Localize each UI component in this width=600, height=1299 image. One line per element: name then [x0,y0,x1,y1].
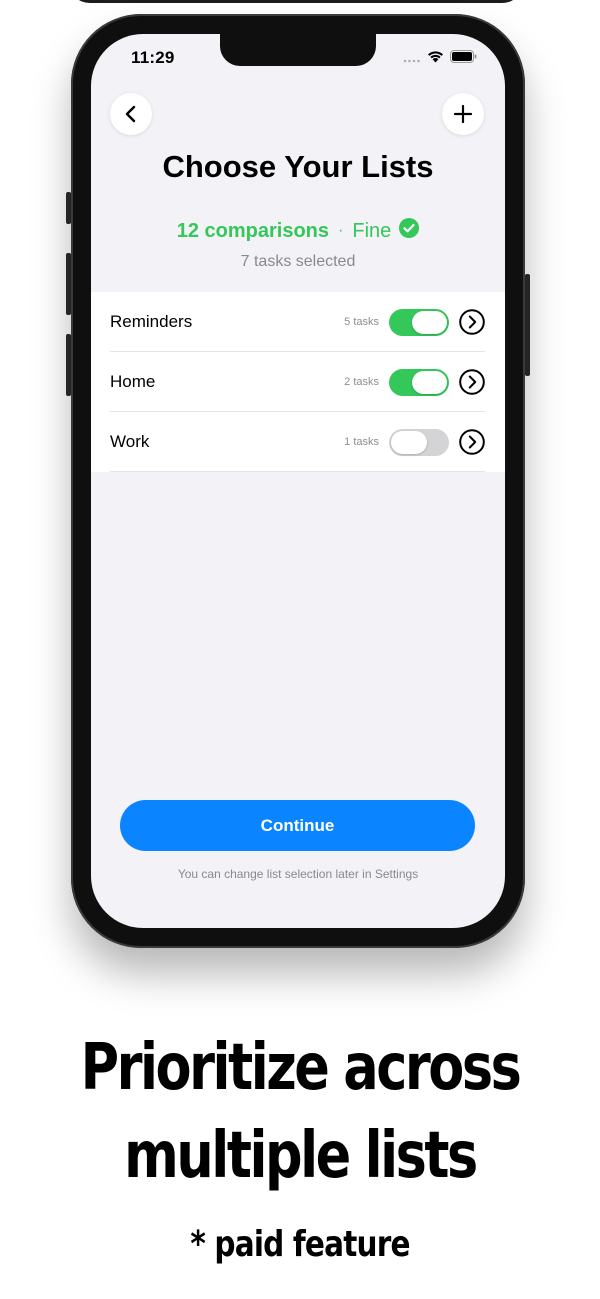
list-name: Home [110,372,156,391]
rating-label: Fine [352,219,392,242]
status-icons [403,50,477,68]
comparisons-count: 12 comparisons [176,219,330,242]
wifi-icon [427,50,444,68]
continue-button[interactable]: Continue [120,800,475,851]
list-row-work[interactable]: Work 1 tasks [91,412,505,472]
list-toggle-home[interactable] [389,368,449,396]
power-button [525,274,530,376]
row-divider [110,471,485,472]
list-row-reminders[interactable]: Reminders 5 tasks [91,292,505,352]
battery-icon [450,50,477,68]
back-button[interactable] [110,93,152,135]
toggle-knob [412,370,447,394]
list-task-count: 1 tasks [344,436,379,448]
previous-phone-edge [68,0,524,3]
add-list-button[interactable] [442,93,484,135]
app-screen: 11:29 Choose Your Lists 12 comparisons ·… [91,34,505,928]
page-title: Choose Your Lists [162,149,434,184]
settings-footnote: You can change list selection later in S… [177,867,419,881]
promo-headline: Prioritize across multiple lists [54,1024,546,1200]
list-name: Reminders [110,312,193,331]
phone-frame: 11:29 Choose Your Lists 12 comparisons ·… [71,14,525,948]
promo-headline-line2: multiple lists [124,1119,478,1193]
promo-headline-line1: Prioritize across [80,1031,522,1105]
list-toggle-work[interactable] [389,428,449,456]
tasks-selected-label: 7 tasks selected [240,253,356,270]
plus-icon [453,104,473,124]
toggle-knob [412,310,447,334]
chevron-right-circle-icon[interactable] [459,309,485,335]
chevron-left-icon [125,105,136,123]
chevron-right-circle-icon[interactable] [459,369,485,395]
status-time: 11:29 [131,48,175,67]
summary-separator: · [338,222,344,239]
cellular-icon [403,50,421,68]
promo-subhead: * paid feature [190,1224,410,1265]
list-task-count: 2 tasks [344,376,379,388]
checkmark-circle-icon [399,218,420,244]
lists-table: Reminders 5 tasks Home 2 tasks Work 1 ta… [91,292,505,472]
chevron-right-circle-icon[interactable] [459,429,485,455]
notch [220,34,376,66]
toggle-knob [391,430,427,454]
list-name: Work [110,432,150,451]
list-row-home[interactable]: Home 2 tasks [91,352,505,412]
list-task-count: 5 tasks [344,316,379,328]
comparison-summary: 12 comparisons · Fine [91,218,505,244]
list-toggle-reminders[interactable] [389,308,449,336]
